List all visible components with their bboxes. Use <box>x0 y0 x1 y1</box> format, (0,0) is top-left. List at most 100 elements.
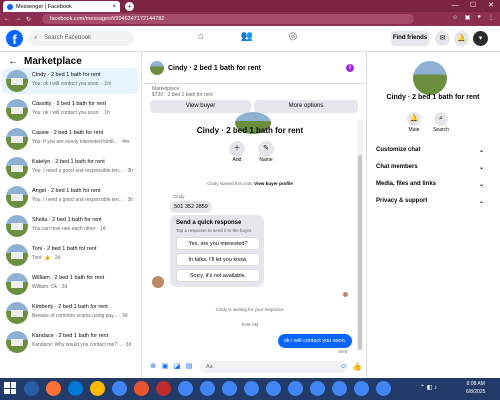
conversation-item[interactable]: Angel · 2 bed 1 bath for rent You: I need… <box>2 184 138 210</box>
conversation-item[interactable]: Sheila · 2 bed 1 bath for rent You can no… <box>2 213 138 239</box>
edit-name-icon[interactable]: ✎ <box>258 141 274 157</box>
search-taskbar-icon[interactable] <box>24 381 39 396</box>
back-icon[interactable]: ← <box>4 16 10 22</box>
facebook-logo[interactable]: f <box>6 30 23 47</box>
mute-bell-icon[interactable]: 🔔 <box>407 112 421 126</box>
browser-menu-icon[interactable]: ⋮ <box>488 14 494 21</box>
facebook-search-input[interactable]: ⌕ Search Facebook <box>28 31 134 46</box>
sticker-icon[interactable]: ◪ <box>173 363 181 371</box>
conversation-item[interactable]: Toni · 2 bed 1 bath for rent Toni: 👍 · 2d <box>2 242 138 268</box>
listing-price: $730 · 2 bed 1 bath for rent <box>152 92 213 98</box>
system-tray-icons[interactable]: ⌃ ◧ ♪ <box>420 384 437 391</box>
reload-icon[interactable]: ↻ <box>26 16 31 23</box>
conversation-item[interactable]: Cassie · 2 bed 1 bath for rent You: if yo… <box>2 126 138 152</box>
bookmark-star-icon[interactable]: ☆ <box>452 14 457 21</box>
listing-thumbnail <box>6 157 28 179</box>
conversation-snippet: William: Ok · 2d <box>32 284 68 290</box>
quick-reply-interested[interactable]: Yes, are you interested? <box>176 237 260 250</box>
emoji-icon[interactable]: ☺ <box>340 363 347 370</box>
maximize-icon[interactable]: ☐ <box>464 0 482 12</box>
conversation-item[interactable]: Kimberly · 2 bed 1 bath for rent Beware o… <box>2 300 138 326</box>
conversation-item[interactable]: William · 2 bed 1 bath for rent William: … <box>2 271 138 297</box>
window-controls: — ☐ ✕ <box>446 0 500 12</box>
mute-label: Mute <box>408 127 420 133</box>
vlc-icon[interactable] <box>134 381 149 396</box>
view-buyer-profile-link[interactable]: View buyer profile <box>254 181 293 186</box>
media-files-item[interactable]: Media, files and links ⌄ <box>376 181 484 188</box>
conversation-item[interactable]: Katelyn · 2 bed 1 bath for rent You: I ne… <box>2 155 138 181</box>
close-window-icon[interactable]: ✕ <box>482 0 500 12</box>
new-tab-button[interactable]: + <box>125 2 134 11</box>
edge-icon[interactable] <box>68 381 83 396</box>
back-arrow-icon[interactable]: ← <box>8 56 18 67</box>
listing-thumbnail[interactable] <box>150 61 164 75</box>
quick-response-title: Send a quick response <box>176 220 242 226</box>
find-friends-button[interactable]: Find friends <box>391 31 429 46</box>
chat-scrollbar-thumb[interactable] <box>358 155 362 350</box>
chat-header-title[interactable]: Cindy · 2 bed 1 bath for rent <box>168 65 261 72</box>
conversation-item[interactable]: Cassitty · 2 bed 1 bath for rent You: ok … <box>2 97 138 123</box>
seen-avatar <box>343 292 348 297</box>
windows-start-icon[interactable] <box>4 382 16 394</box>
add-label: Add <box>232 157 242 163</box>
chrome-icon[interactable] <box>178 381 193 396</box>
chevron-down-icon: ⌄ <box>478 182 484 188</box>
groups-icon[interactable]: ◎ <box>286 31 300 45</box>
profile-icon[interactable]: ● <box>477 14 481 21</box>
chrome-icon[interactable] <box>354 381 369 396</box>
sent-status: Sent <box>338 349 348 354</box>
notifications-bell-icon[interactable]: 🔔 <box>454 31 469 46</box>
chat-started-notice: Cindy started this chat. View buyer prof… <box>150 181 350 186</box>
chrome-icon[interactable] <box>288 381 303 396</box>
chrome-icon[interactable] <box>310 381 325 396</box>
quick-reply-in-talks[interactable]: In talks. I'll let you know. <box>176 253 260 266</box>
conversation-name: Angel · 2 bed 1 bath for rent <box>32 188 101 194</box>
thumbs-up-icon[interactable]: 👍 <box>352 362 362 371</box>
conversation-item[interactable]: Cindy · 2 bed 1 bath for rent You: ok i w… <box>2 68 138 94</box>
chat-members-item[interactable]: Chat members ⌄ <box>376 164 484 171</box>
info-icon[interactable]: i <box>346 64 354 72</box>
url-bar[interactable]: facebook.com/messages/t/9946347172144782 <box>42 14 414 24</box>
forward-icon[interactable]: → <box>15 16 21 22</box>
messenger-favicon-icon <box>7 3 13 10</box>
customize-chat-item[interactable]: Customize chat ⌄ <box>376 147 484 154</box>
home-icon[interactable]: ⌂ <box>194 31 208 45</box>
firefox-icon[interactable] <box>46 381 61 396</box>
listing-thumbnail <box>6 244 28 266</box>
gif-icon[interactable]: ▤ <box>185 363 193 371</box>
friends-icon[interactable]: 👥 <box>240 31 254 45</box>
conversation-snippet: Kandace: Why would you contact me?... · … <box>32 342 132 348</box>
chrome-icon[interactable] <box>222 381 237 396</box>
plus-icon[interactable]: ⊕ <box>149 363 157 371</box>
conversation-item[interactable]: Kandace · 2 bed 1 bath for rent Kandace: … <box>2 329 138 355</box>
image-icon[interactable]: ▣ <box>161 363 169 371</box>
chevron-down-icon: ⌄ <box>478 199 484 205</box>
minimize-icon[interactable]: — <box>446 0 464 12</box>
chrome-icon[interactable] <box>332 381 347 396</box>
view-buyer-button[interactable]: View buyer <box>150 100 251 113</box>
account-avatar[interactable]: ▾ <box>473 31 488 46</box>
messenger-icon[interactable]: ✉ <box>435 31 450 46</box>
search-conversation-icon[interactable]: ⌕ <box>434 112 448 126</box>
add-person-icon[interactable]: ＋ <box>229 141 245 157</box>
more-options-button[interactable]: More options <box>254 100 358 113</box>
app-icon[interactable] <box>156 381 171 396</box>
chrome-icon[interactable] <box>376 381 391 396</box>
chrome-icon[interactable] <box>266 381 281 396</box>
search-placeholder: Search Facebook <box>44 35 92 41</box>
chrome-icon[interactable] <box>112 381 127 396</box>
privacy-support-item[interactable]: Privacy & support ⌄ <box>376 198 484 205</box>
taskbar-clock[interactable]: 8:08 AM 6/8/2025 <box>466 380 485 396</box>
file-explorer-icon[interactable] <box>90 381 105 396</box>
chrome-icon[interactable] <box>244 381 259 396</box>
tab-title: Messenger | Facebook <box>16 3 72 10</box>
quick-reply-not-available[interactable]: Sorry, it's not available. <box>176 269 260 282</box>
browser-tab[interactable]: Messenger | Facebook × <box>3 1 120 12</box>
message-input[interactable]: Aa <box>200 361 348 373</box>
quick-response-subtitle: Tap a response to send it to the buyer. <box>176 228 253 233</box>
extensions-icon[interactable]: ▣ <box>465 14 471 21</box>
clock-date: 6/8/2025 <box>466 389 486 395</box>
chrome-icon[interactable] <box>200 381 215 396</box>
tab-close-icon[interactable]: × <box>112 4 116 10</box>
listing-thumbnail <box>6 331 28 353</box>
